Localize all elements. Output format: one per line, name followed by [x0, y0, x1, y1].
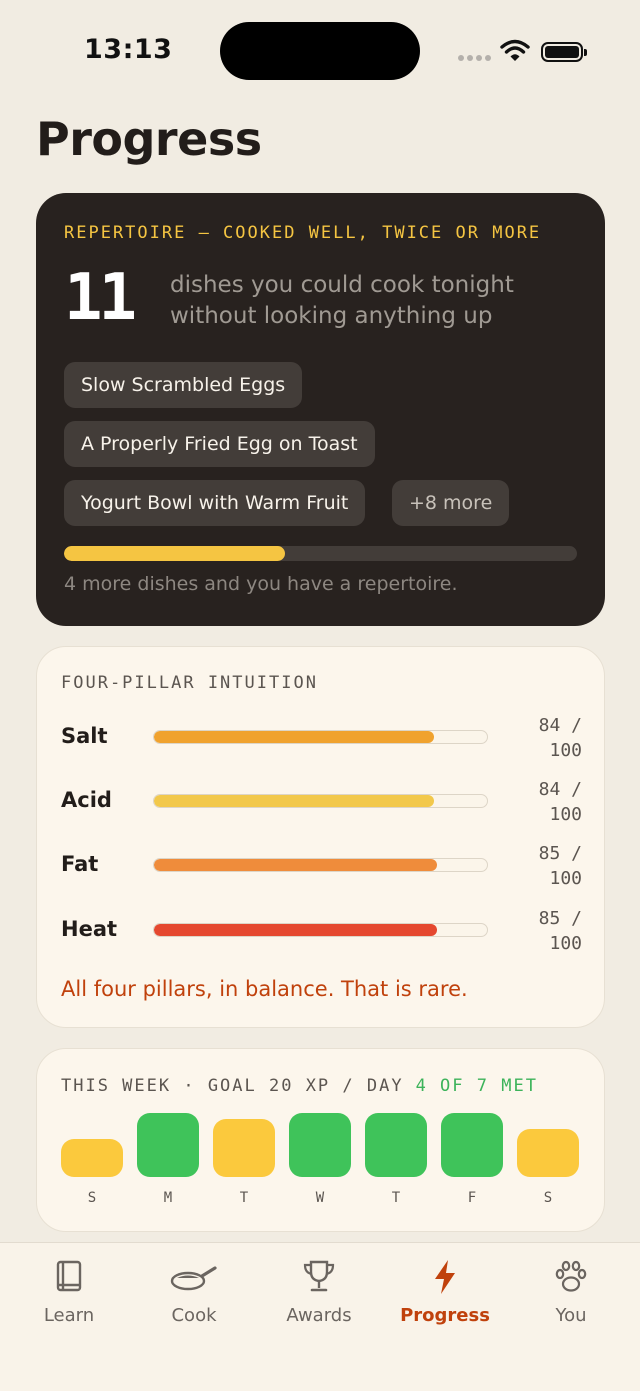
repertoire-progress-fill	[64, 546, 285, 561]
trophy-icon	[303, 1260, 335, 1292]
pillar-bar-fill	[154, 859, 438, 871]
page-title: Progress	[36, 112, 262, 166]
tab-learn[interactable]: Learn	[14, 1259, 124, 1339]
week-label: THIS WEEK · GOAL 20 XP / DAY 4 OF 7 MET	[61, 1076, 538, 1096]
bolt-icon	[435, 1260, 455, 1294]
pillar-name: Acid	[61, 788, 112, 812]
repertoire-note: 4 more dishes and you have a repertoire.	[64, 573, 458, 595]
day-box	[137, 1113, 199, 1177]
pan-icon	[170, 1266, 217, 1291]
pillar-row-salt: Salt 84 / 100	[37, 711, 606, 767]
book-icon	[56, 1260, 82, 1292]
tab-bar: Learn Cook Awards Progress You	[0, 1242, 640, 1391]
pillar-bar	[153, 730, 488, 744]
wifi-icon	[500, 39, 530, 61]
day-box	[289, 1113, 351, 1177]
day-box	[365, 1113, 427, 1177]
status-time: 13:13	[84, 34, 173, 65]
day-box	[517, 1129, 579, 1177]
day-letter: S	[543, 1190, 553, 1206]
pillar-card-label: FOUR-PILLAR INTUITION	[61, 673, 318, 693]
tab-label: Cook	[171, 1305, 217, 1326]
tab-label: Progress	[400, 1305, 490, 1326]
pillar-name: Salt	[61, 724, 108, 748]
pillar-bar	[153, 794, 488, 808]
pillar-bar	[153, 858, 488, 872]
day-box	[441, 1113, 503, 1177]
pillar-row-fat: Fat 85 / 100	[37, 839, 606, 895]
day-letter: S	[87, 1190, 97, 1206]
pillar-score: 85 / 100	[538, 843, 582, 889]
pillar-bar-fill	[154, 924, 438, 936]
pillar-score: 85 / 100	[538, 908, 582, 954]
pillar-row-heat: Heat 85 / 100	[37, 904, 606, 960]
repertoire-label: REPERTOIRE — COOKED WELL, TWICE OR MORE	[64, 223, 542, 243]
tab-label: Learn	[43, 1305, 95, 1326]
pillar-bar-fill	[154, 795, 434, 807]
dish-chip[interactable]: A Properly Fried Egg on Toast	[64, 421, 375, 467]
tab-cook[interactable]: Cook	[139, 1259, 249, 1339]
tab-awards[interactable]: Awards	[264, 1259, 374, 1339]
status-bar: 13:13	[0, 0, 640, 100]
week-goal-label: THIS WEEK · GOAL 20 XP / DAY	[61, 1076, 404, 1096]
tab-progress[interactable]: Progress	[390, 1259, 500, 1339]
battery-icon	[541, 42, 587, 62]
signal-icon	[458, 55, 492, 61]
tab-label: You	[555, 1305, 587, 1326]
tab-label: Awards	[286, 1305, 352, 1326]
repertoire-description: dishes you could cook tonight without lo…	[170, 272, 514, 329]
pillar-score: 84 / 100	[538, 779, 582, 825]
day-box	[61, 1139, 123, 1177]
week-met-label: 4 OF 7 MET	[415, 1076, 538, 1096]
dynamic-island	[220, 22, 420, 80]
pillar-score: 84 / 100	[538, 715, 582, 761]
repertoire-count: 11	[64, 261, 137, 335]
day-box	[213, 1119, 275, 1177]
repertoire-progress-bar	[64, 546, 577, 561]
dish-chip[interactable]: Slow Scrambled Eggs	[64, 362, 303, 408]
pillar-bar-fill	[154, 731, 434, 743]
repertoire-card[interactable]: REPERTOIRE — COOKED WELL, TWICE OR MORE …	[36, 193, 605, 626]
day-letter: W	[315, 1190, 325, 1206]
week-card: THIS WEEK · GOAL 20 XP / DAY 4 OF 7 MET S…	[36, 1048, 605, 1232]
pillar-row-acid: Acid 84 / 100	[37, 775, 606, 831]
pillar-name: Heat	[61, 917, 118, 941]
day-letter: T	[239, 1190, 249, 1206]
day-letter: T	[391, 1190, 401, 1206]
tab-you[interactable]: You	[516, 1259, 626, 1339]
day-letter: F	[467, 1190, 477, 1206]
pillar-bar	[153, 923, 488, 937]
dish-chip[interactable]: Yogurt Bowl with Warm Fruit	[64, 480, 366, 526]
more-dishes-chip[interactable]: +8 more	[392, 480, 510, 526]
pillar-card: FOUR-PILLAR INTUITION Salt 84 / 100 Acid…	[36, 646, 605, 1028]
pillar-name: Fat	[61, 852, 99, 876]
pillar-message: All four pillars, in balance. That is ra…	[61, 977, 468, 1001]
paw-icon	[555, 1260, 587, 1292]
day-letter: M	[163, 1190, 173, 1206]
